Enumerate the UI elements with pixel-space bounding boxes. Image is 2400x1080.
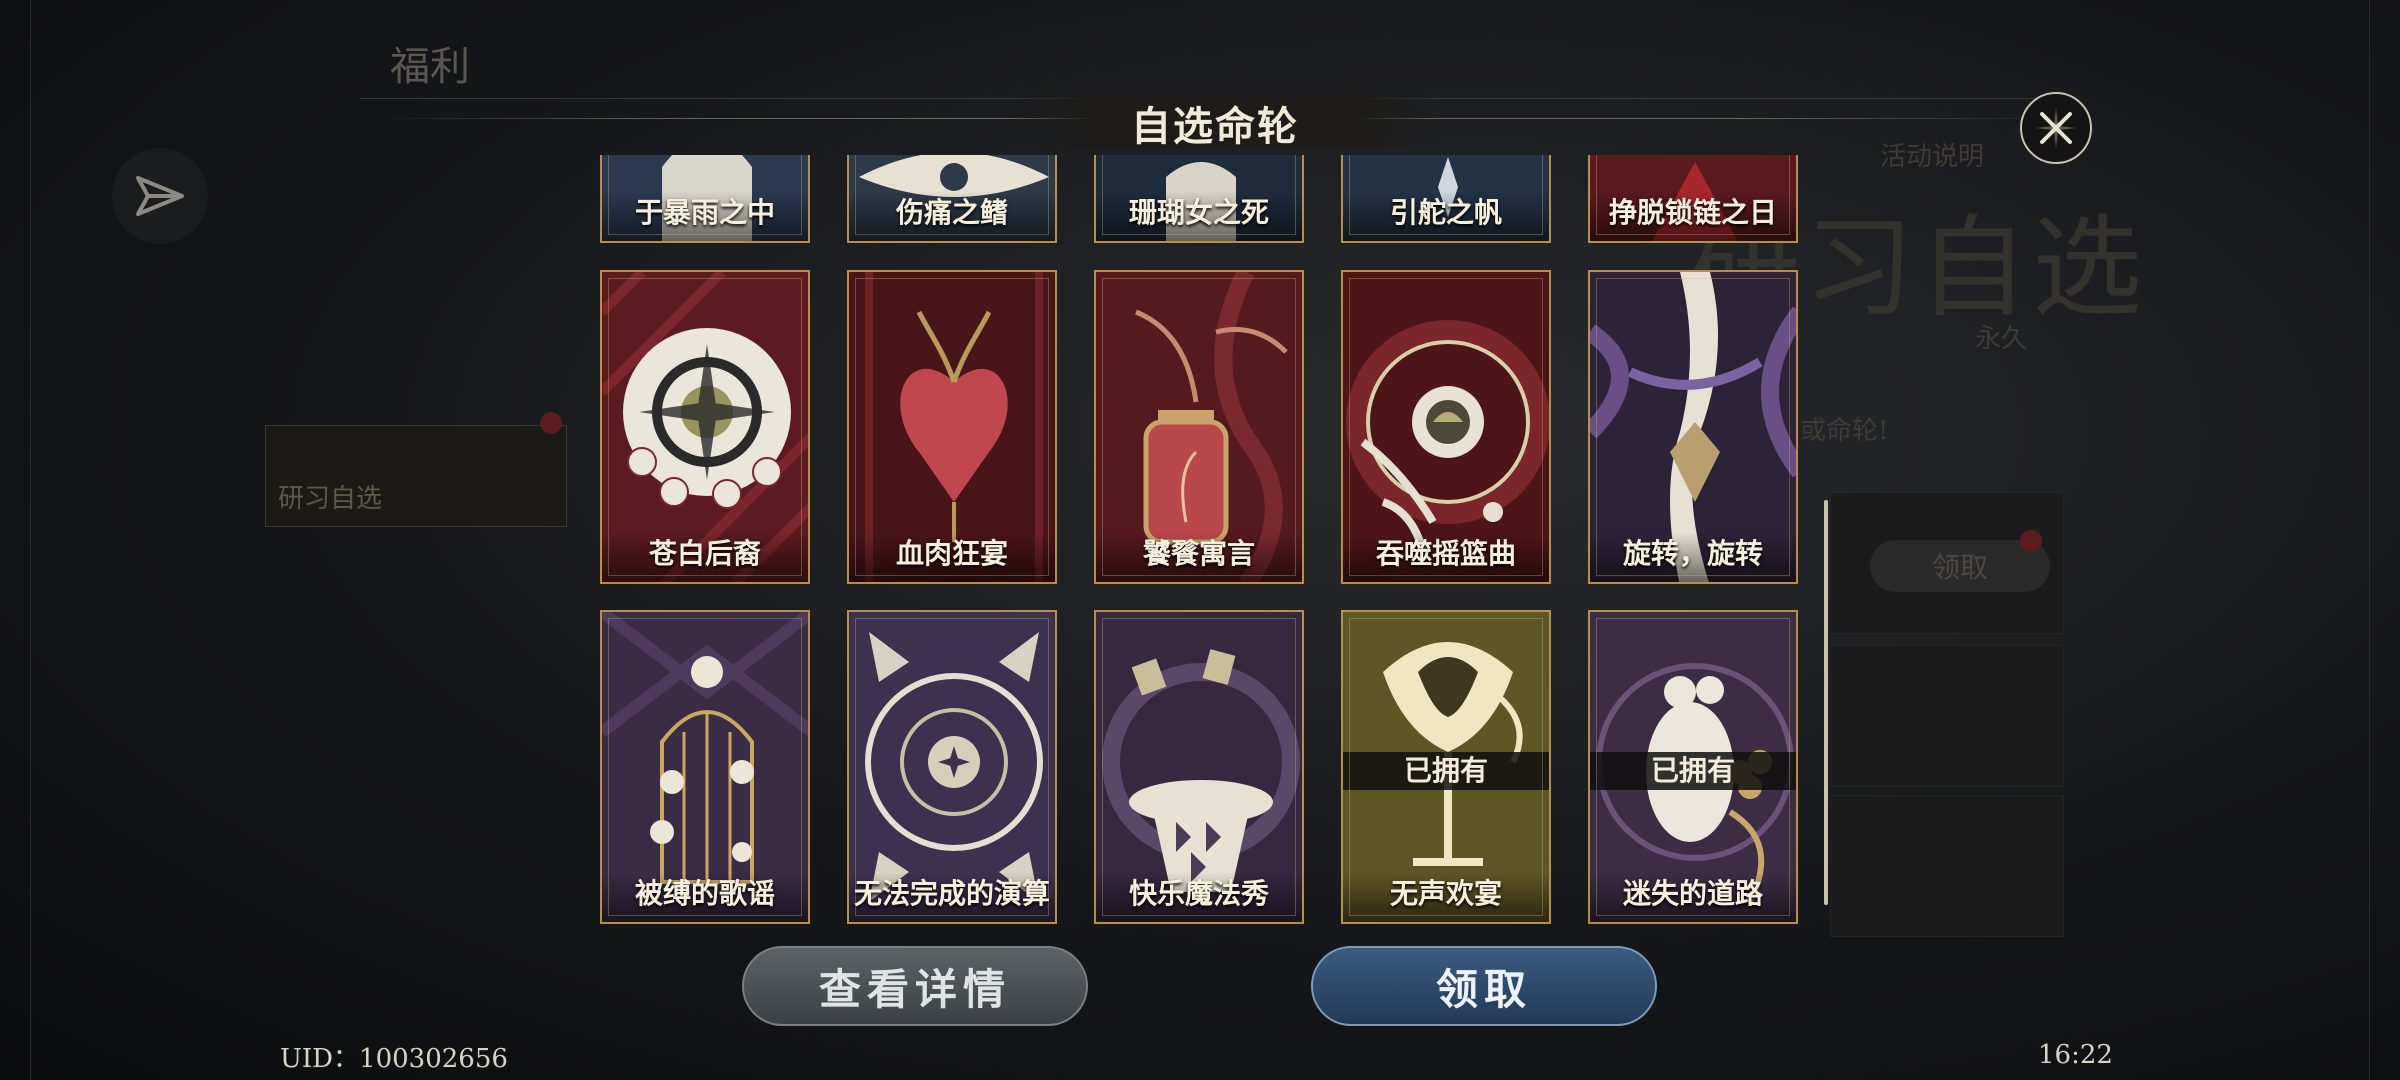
sidebar-item-selected[interactable]: 研习自选 bbox=[265, 425, 567, 527]
clock-label: 16:22 bbox=[2038, 1040, 2113, 1070]
close-button[interactable] bbox=[2020, 92, 2092, 164]
sidebar-item-1[interactable] bbox=[265, 200, 565, 300]
sidebar-item-4[interactable] bbox=[265, 570, 565, 670]
sidebar-notification-dot bbox=[540, 412, 562, 434]
fate-card[interactable]: 吞噬摇篮曲 bbox=[1341, 270, 1551, 584]
fate-card[interactable]: 血肉狂宴 bbox=[847, 270, 1057, 584]
fate-card[interactable]: 伤痛之鳍 bbox=[847, 155, 1057, 243]
card-name: 吞噬摇篮曲 bbox=[1375, 537, 1516, 570]
owned-badge: 已拥有 bbox=[1590, 752, 1796, 790]
fate-card[interactable]: 珊瑚女之死 bbox=[1094, 155, 1304, 243]
close-icon bbox=[2036, 108, 2076, 148]
card-name: 旋转，旋转 bbox=[1622, 537, 1763, 570]
card-name: 珊瑚女之死 bbox=[1128, 196, 1269, 229]
fate-wheel-grid[interactable]: 于暴雨之中 伤痛之鳍 珊瑚女之死 引舵之帆 挣脱锁链之日 苍白后裔 血肉狂宴 饕… bbox=[590, 155, 1810, 930]
card-name: 饕餮寓言 bbox=[1142, 537, 1255, 570]
fate-card[interactable]: 快乐魔法秀 bbox=[1094, 610, 1304, 924]
sidebar-item-2[interactable] bbox=[265, 320, 565, 420]
card-name: 苍白后裔 bbox=[648, 537, 761, 570]
card-name: 伤痛之鳍 bbox=[895, 196, 1008, 229]
card-name: 无声欢宴 bbox=[1389, 877, 1502, 910]
card-name: 血肉狂宴 bbox=[895, 537, 1008, 570]
owned-badge: 已拥有 bbox=[1343, 752, 1549, 790]
share-button[interactable] bbox=[112, 148, 208, 244]
fate-card[interactable]: 饕餮寓言 bbox=[1094, 270, 1304, 584]
fate-card[interactable]: 挣脱锁链之日 bbox=[1588, 155, 1798, 243]
card-name: 被缚的歌谣 bbox=[634, 877, 775, 910]
fate-card[interactable]: 旋转，旋转 bbox=[1588, 270, 1798, 584]
fate-card[interactable]: 苍白后裔 bbox=[600, 270, 810, 584]
fate-card[interactable]: 无法完成的演算 bbox=[847, 610, 1057, 924]
sidebar-item-5[interactable] bbox=[265, 690, 565, 790]
event-hint: 或命轮! bbox=[1800, 416, 1889, 446]
duration-label: 永久 bbox=[1975, 324, 2028, 354]
claim-button[interactable]: 领取 bbox=[1311, 946, 1657, 1026]
reward-panel-3 bbox=[1830, 795, 2064, 937]
fate-card[interactable]: 无声欢宴 已拥有 bbox=[1341, 610, 1551, 924]
grid-scrollbar[interactable] bbox=[1824, 500, 1828, 905]
view-details-button[interactable]: 查看详情 bbox=[742, 946, 1088, 1026]
fate-card[interactable]: 于暴雨之中 bbox=[600, 155, 810, 243]
claim-notification-dot bbox=[2020, 530, 2042, 552]
modal-header: 自选命轮 bbox=[370, 80, 2060, 158]
share-icon bbox=[136, 176, 184, 216]
reward-panel-2 bbox=[1830, 645, 2064, 787]
card-name: 迷失的道路 bbox=[1622, 877, 1763, 910]
sidebar-item-6[interactable] bbox=[265, 810, 565, 910]
fate-card[interactable]: 引舵之帆 bbox=[1341, 155, 1551, 243]
card-name: 挣脱锁链之日 bbox=[1608, 196, 1777, 229]
card-name: 引舵之帆 bbox=[1389, 196, 1502, 229]
card-name: 快乐魔法秀 bbox=[1128, 877, 1269, 910]
card-name: 于暴雨之中 bbox=[634, 196, 775, 229]
card-name: 无法完成的演算 bbox=[853, 877, 1050, 910]
uid-label: UID：100302656 bbox=[280, 1044, 508, 1074]
fate-card[interactable]: 迷失的道路 已拥有 bbox=[1588, 610, 1798, 924]
modal-title: 自选命轮 bbox=[1131, 103, 1299, 150]
fate-card[interactable]: 被缚的歌谣 bbox=[600, 610, 810, 924]
